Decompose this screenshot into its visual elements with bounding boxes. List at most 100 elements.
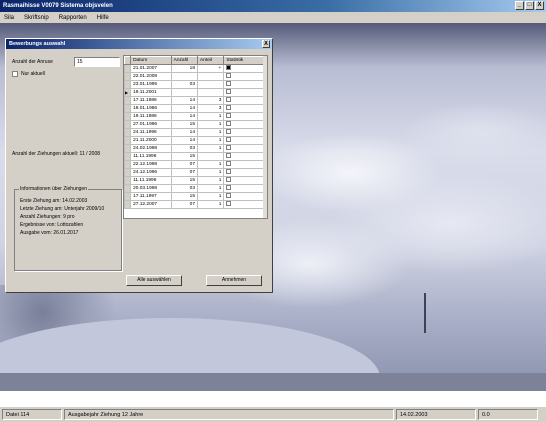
- info-line: Letzte Ziehung am: Unterjahr 2009/10: [20, 206, 105, 212]
- select-all-button[interactable]: Alle auswählen: [126, 275, 182, 286]
- table-row[interactable]: 18.01.1986 14 3: [124, 104, 267, 113]
- close-icon[interactable]: X: [535, 1, 544, 10]
- cell-count: 14: [170, 96, 199, 105]
- cell-count: 07: [170, 168, 199, 177]
- row-checkbox[interactable]: [226, 169, 232, 174]
- cell-count: 07: [170, 200, 199, 209]
- row-checkbox[interactable]: [226, 201, 232, 206]
- column-header-date[interactable]: Datum: [130, 56, 172, 65]
- cell-count: 03: [170, 80, 199, 89]
- table-row[interactable]: 21.11.2000 14 1: [124, 136, 267, 145]
- selection-dialog: Bewerbungs auswahl X Anzahl der Anruse 1…: [5, 38, 273, 293]
- info-line: Erste Ziehung am: 14.02.2003: [20, 198, 88, 204]
- row-checkbox[interactable]: [226, 193, 232, 198]
- row-checkbox[interactable]: [226, 129, 232, 134]
- table-row[interactable]: 20.03.1998 03 1: [124, 184, 267, 193]
- table-row[interactable]: 24.11.1996 14 1: [124, 128, 267, 137]
- menu-item-edit[interactable]: Skriftsnip: [24, 15, 49, 21]
- count-field[interactable]: 15: [74, 57, 120, 67]
- table-row[interactable]: 23.01.1995 03: [124, 80, 267, 89]
- row-checkbox[interactable]: [226, 177, 232, 182]
- cell-count: 07: [170, 160, 199, 169]
- cell-count: [170, 72, 199, 81]
- maximize-icon[interactable]: □: [525, 1, 534, 10]
- cell-share: 1: [196, 176, 225, 185]
- cell-share: 1: [196, 144, 225, 153]
- row-checkbox[interactable]: [226, 65, 232, 70]
- draws-table[interactable]: Datum Anzahl Anteil Statistik 21.01.2007…: [123, 55, 268, 219]
- count-field-label: Anzahl der Anruse: [12, 59, 53, 65]
- cell-share: 1: [196, 192, 225, 201]
- accept-button[interactable]: Annehmen: [206, 275, 262, 286]
- table-row[interactable]: 27.12.2007 07 1: [124, 200, 267, 209]
- cell-share: [196, 152, 225, 161]
- minimize-icon[interactable]: _: [515, 1, 524, 10]
- cell-date: 27.12.2007: [130, 200, 172, 209]
- row-checkbox[interactable]: [226, 89, 232, 94]
- menu-item-reports[interactable]: Rapporten: [59, 15, 87, 21]
- table-scrollbar[interactable]: [263, 56, 267, 218]
- lower-band: [0, 373, 546, 391]
- column-header-statistics[interactable]: Statistik: [223, 56, 267, 65]
- table-row[interactable]: 24.02.1998 03 1: [124, 144, 267, 153]
- status-middle: Ausgabejahr Ziehung 12 Jahre: [64, 409, 394, 420]
- info-group-legend: Informationen über Ziehungen: [19, 186, 88, 192]
- status-date: 14.02.2003: [396, 409, 476, 420]
- info-line: Ergebnisse von: Lottozahlen: [20, 222, 84, 228]
- cell-count: 15: [170, 152, 199, 161]
- table-row[interactable]: 17.11.1986 14 3: [124, 96, 267, 105]
- row-checkbox[interactable]: [226, 145, 232, 150]
- window-controls: _ □ X: [515, 1, 544, 10]
- cell-date: 22.01.2008: [130, 72, 172, 81]
- cell-share: 1: [196, 128, 225, 137]
- row-checkbox[interactable]: [226, 97, 232, 102]
- cell-date: 21.01.2007: [130, 64, 172, 73]
- current-only-checkbox[interactable]: [12, 71, 18, 77]
- table-row[interactable]: 22.12.1998 07 1: [124, 160, 267, 169]
- column-header-count[interactable]: Anzahl: [170, 56, 199, 65]
- cell-share: [196, 88, 225, 97]
- table-header-row: Datum Anzahl Anteil Statistik: [124, 56, 267, 65]
- row-checkbox[interactable]: [226, 105, 232, 110]
- cell-statistics: [223, 152, 267, 161]
- table-row[interactable]: 19.11.1986 14 1: [124, 112, 267, 121]
- table-row[interactable]: ▶ 19.11.2001: [124, 88, 267, 97]
- cell-share: [196, 80, 225, 89]
- cell-count: 15: [170, 176, 199, 185]
- table-row[interactable]: 11.11.1998 15 1: [124, 176, 267, 185]
- row-checkbox[interactable]: [226, 121, 232, 126]
- table-row[interactable]: 27.01.1996 15 1: [124, 120, 267, 129]
- cell-count: 14: [170, 136, 199, 145]
- row-checkbox[interactable]: [226, 81, 232, 86]
- row-checkbox[interactable]: [226, 185, 232, 190]
- row-checkbox[interactable]: [226, 161, 232, 166]
- table-row[interactable]: 17.11.1997 15 1: [124, 192, 267, 201]
- table-row[interactable]: 24.12.1996 07 1: [124, 168, 267, 177]
- cell-share: 1: [196, 184, 225, 193]
- column-header-share[interactable]: Anteil: [196, 56, 225, 65]
- cell-date: 17.11.1997: [130, 192, 172, 201]
- cell-share: [196, 72, 225, 81]
- row-checkbox[interactable]: [226, 113, 232, 118]
- cell-date: 19.11.2001: [130, 88, 172, 97]
- row-checkbox[interactable]: [226, 73, 232, 78]
- cell-statistics: [223, 176, 267, 185]
- cell-count: 15: [170, 192, 199, 201]
- cell-statistics: [223, 120, 267, 129]
- summary-label: Anzahl der Ziehungen aktuell: 11 / 2008: [12, 151, 101, 157]
- dialog-close-icon[interactable]: X: [262, 40, 270, 48]
- table-row[interactable]: 11.11.1996 15: [124, 152, 267, 161]
- row-checkbox[interactable]: [226, 137, 232, 142]
- table-row[interactable]: 22.01.2008: [124, 72, 267, 81]
- menu-bar: Sila Skriftsnip Rapporten Hilfe: [0, 12, 546, 23]
- cell-statistics: [223, 80, 267, 89]
- menu-item-help[interactable]: Hilfe: [97, 15, 109, 21]
- status-right: 0.0: [478, 409, 538, 420]
- cell-statistics: [223, 168, 267, 177]
- dialog-title: Bewerbungs auswahl: [9, 41, 66, 47]
- row-checkbox[interactable]: [226, 153, 232, 158]
- current-only-label: Nur aktuell: [21, 71, 45, 77]
- cell-statistics: [223, 104, 267, 113]
- menu-item-file[interactable]: Sila: [4, 15, 14, 21]
- table-row[interactable]: 21.01.2007 18 +: [124, 64, 267, 73]
